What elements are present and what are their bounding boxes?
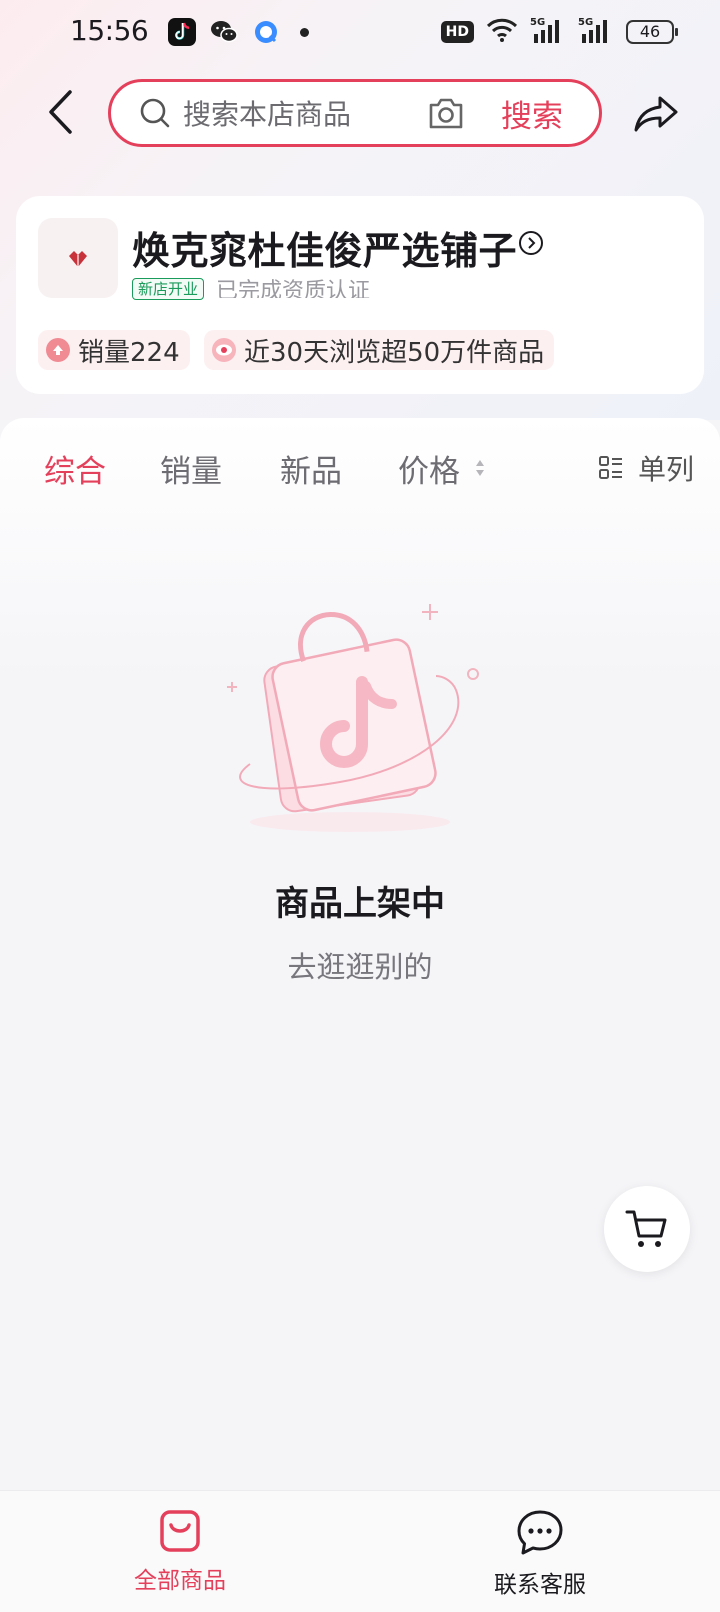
sales-stat: 销量224 xyxy=(38,330,190,370)
sales-label: 销量224 xyxy=(78,337,180,368)
wifi-icon xyxy=(486,17,518,47)
signal-5g-icon: 5G xyxy=(578,16,614,48)
store-name[interactable]: 焕克窕杜佳俊严选铺子 xyxy=(132,220,517,275)
tab-sales[interactable]: 销量 xyxy=(160,446,222,491)
store-logo xyxy=(38,218,118,298)
tab-comprehensive[interactable]: 综合 xyxy=(44,446,106,491)
nav-all-products[interactable]: 全部商品 xyxy=(100,1509,260,1595)
tab-price[interactable]: 价格 xyxy=(398,446,460,491)
chevron-right-circle-icon[interactable] xyxy=(518,230,544,256)
notification-dot-icon xyxy=(300,27,309,37)
search-button[interactable]: 搜索 xyxy=(501,91,563,136)
empty-state-title: 商品上架中 xyxy=(275,884,445,924)
system-indicators: HD 5G 5G 46 xyxy=(440,16,678,48)
douyin-icon xyxy=(168,18,196,46)
hd-indicator: HD xyxy=(440,21,474,43)
svg-text:5G: 5G xyxy=(530,17,545,28)
new-store-badge: 新店开业 xyxy=(132,278,205,300)
browser-icon xyxy=(252,18,280,46)
wechat-icon xyxy=(210,18,238,46)
nav-contact-service-label: 联系客服 xyxy=(494,1572,586,1598)
store-logo-icon xyxy=(69,251,87,267)
certification-text: 已完成资质认证 xyxy=(216,279,371,298)
views-stat: 近30天浏览超50万件商品 xyxy=(204,330,555,370)
layout-toggle[interactable]: 单列 xyxy=(598,448,694,488)
bottom-navigation: 全部商品 联系客服 xyxy=(0,1490,720,1612)
status-time: 15:56 xyxy=(70,14,149,47)
svg-text:5G: 5G xyxy=(578,17,593,28)
layout-toggle-label: 单列 xyxy=(638,453,695,486)
back-button[interactable] xyxy=(40,86,80,138)
search-input[interactable]: 搜索本店商品 xyxy=(183,93,427,133)
notification-icons xyxy=(168,18,309,46)
shopping-bag-icon xyxy=(160,1510,200,1552)
tab-new[interactable]: 新品 xyxy=(280,446,342,491)
battery-indicator: 46 xyxy=(626,20,678,44)
chat-bubble-icon xyxy=(517,1510,563,1555)
views-label: 近30天浏览超50万件商品 xyxy=(244,337,545,368)
chevron-left-icon xyxy=(49,90,72,134)
empty-state-subtitle[interactable]: 去逛逛别的 xyxy=(0,944,720,986)
nav-all-products-label: 全部商品 xyxy=(134,1568,226,1594)
status-bar: 15:56 HD 5G 5G 46 xyxy=(0,0,720,64)
cart-icon xyxy=(625,1210,667,1247)
search-bar[interactable]: 搜索本店商品 搜索 xyxy=(108,79,602,147)
list-layout-icon xyxy=(599,456,622,479)
product-list-panel: 综合 销量 新品 价格 单列 商品上架中 去逛逛别的 xyxy=(0,418,720,1490)
camera-icon[interactable] xyxy=(427,95,465,131)
eye-icon xyxy=(212,338,236,362)
sort-bar: 综合 销量 新品 价格 单列 xyxy=(0,436,720,496)
nav-contact-service[interactable]: 联系客服 xyxy=(460,1509,620,1599)
up-arrow-icon xyxy=(46,338,70,362)
signal-5g-icon: 5G xyxy=(530,16,566,48)
empty-shopping-bag-illustration xyxy=(227,604,479,832)
sort-arrows-icon[interactable] xyxy=(474,458,486,478)
share-icon[interactable] xyxy=(632,90,680,138)
search-icon xyxy=(140,98,170,128)
store-info-card[interactable]: 焕克窕杜佳俊严选铺子 新店开业 已完成资质认证 销量224 近30天浏览超50万… xyxy=(16,196,704,394)
cart-button[interactable] xyxy=(604,1186,690,1272)
